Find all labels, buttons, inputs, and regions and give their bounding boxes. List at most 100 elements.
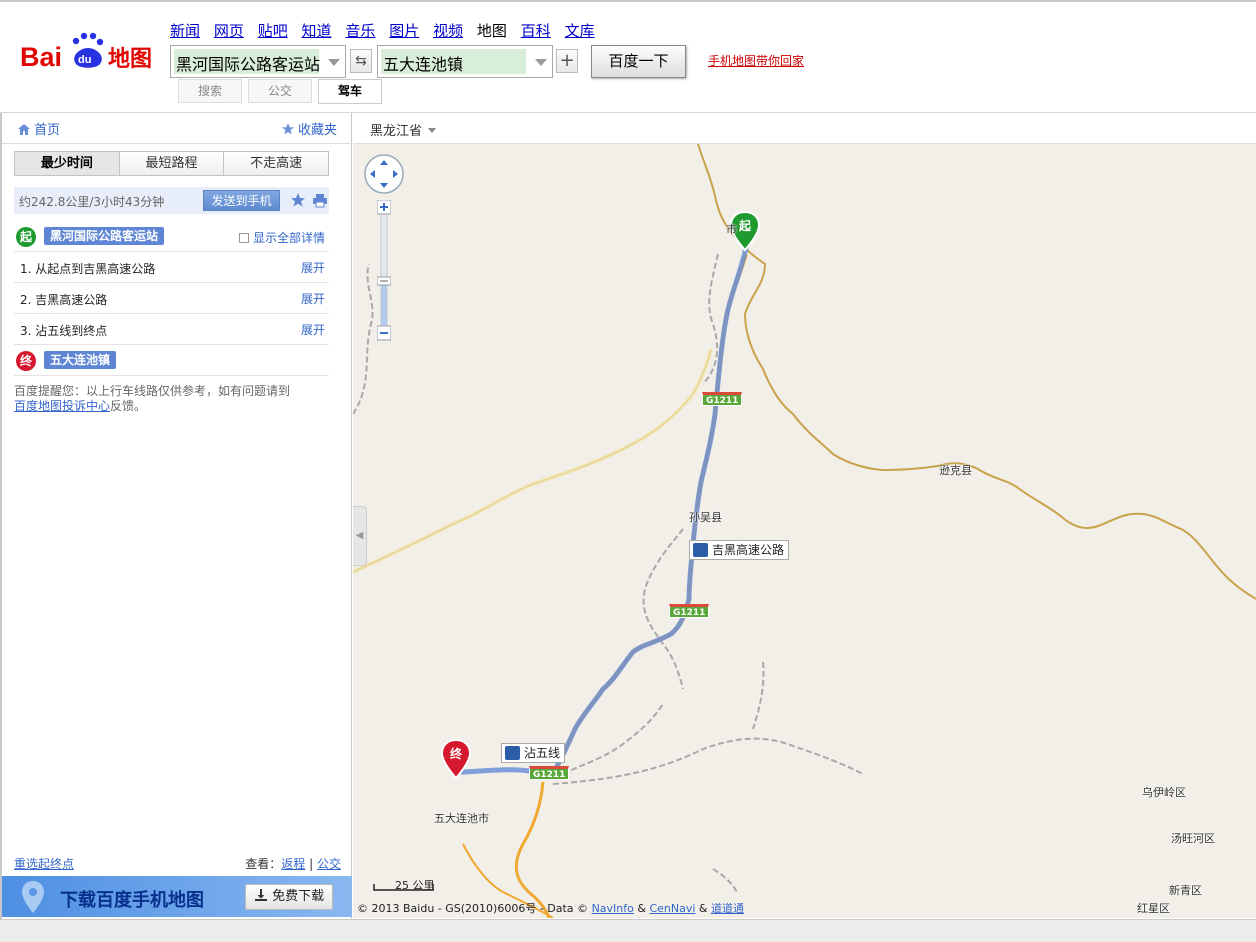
- send-to-phone-button[interactable]: 发送到手机: [203, 190, 280, 211]
- copyright-amp: &: [698, 902, 708, 915]
- mobile-map-link[interactable]: 手机地图带你回家: [708, 52, 804, 69]
- start-badge-icon: 起: [16, 227, 36, 247]
- expand-link[interactable]: 展开: [301, 290, 325, 307]
- copyright-text: © 2013 Baidu - GS(2010)6006号 - Data ©: [357, 902, 589, 915]
- route-step-text: 3. 沾五线到终点: [20, 324, 108, 338]
- map-label-xinqing: 新青区: [1169, 884, 1202, 897]
- map-label-sunwu: 孙吴县: [689, 511, 722, 524]
- nav-web[interactable]: 网页: [214, 20, 244, 41]
- turn-icon: [693, 543, 708, 557]
- download-app-banner[interactable]: 下载百度手机地图 免费下载: [2, 876, 352, 917]
- highway-shield-g1211: G1211: [529, 766, 570, 780]
- favorites-link[interactable]: 收藏夹: [281, 119, 337, 138]
- header: Bai du 地图 新闻 网页 贴吧 知道 音乐 图片 视频 地图 百科 文库 …: [0, 0, 1256, 113]
- save-star-icon[interactable]: [290, 192, 306, 208]
- return-trip-link[interactable]: 返程: [281, 857, 305, 871]
- checkbox-icon: [238, 233, 249, 243]
- map-toolbar: 黑龙江省: [353, 113, 1256, 144]
- baidu-map-logo[interactable]: Bai du 地图: [20, 30, 160, 76]
- expand-link[interactable]: 展开: [301, 259, 325, 276]
- zoom-slider[interactable]: [377, 200, 391, 344]
- map-label-hongxing: 红星区: [1137, 902, 1170, 915]
- map-label-wuyiling: 乌伊岭区: [1142, 786, 1186, 799]
- view-options: 查看：返程 | 公交: [245, 855, 341, 872]
- navinfo-link[interactable]: NavInfo: [592, 902, 634, 915]
- end-marker-label: 终: [450, 746, 463, 761]
- tab-avoid-highway[interactable]: 不走高速: [224, 152, 328, 175]
- end-dropdown-arrow-icon[interactable]: [535, 59, 547, 66]
- mode-tab-drive[interactable]: 驾车: [318, 79, 382, 104]
- highway-shield-g1211: G1211: [669, 604, 710, 618]
- scale-label: 25 公里: [395, 879, 435, 892]
- svg-text:地图: 地图: [108, 47, 152, 72]
- view-separator: |: [309, 857, 314, 871]
- download-icon: [254, 889, 267, 901]
- show-all-details-checkbox[interactable]: 显示全部详情: [238, 229, 325, 246]
- end-input-value: 五大连池镇: [383, 55, 464, 74]
- daodaotong-link[interactable]: 道道通: [711, 902, 744, 915]
- map-label-wudalianchi: 五大连池市: [434, 812, 489, 825]
- start-dropdown-arrow-icon[interactable]: [328, 59, 340, 66]
- callout-zhanwu[interactable]: 沾五线: [501, 743, 566, 763]
- map-copyright: © 2013 Baidu - GS(2010)6006号 - Data © Na…: [357, 900, 744, 916]
- start-point-input[interactable]: 黑河国际公路客运站: [170, 45, 346, 78]
- nav-wenku[interactable]: 文库: [565, 20, 595, 41]
- route-start-row: 起 黑河国际公路客运站 显示全部详情: [14, 221, 329, 252]
- nav-music[interactable]: 音乐: [345, 20, 375, 41]
- reselect-points-link[interactable]: 重选起终点: [14, 855, 74, 872]
- map-canvas[interactable]: 起 市 终 G1211 G1211 G1211 吉黑高速公路 沾五线 逊克县 孙…: [353, 144, 1256, 918]
- end-badge-icon: 终: [16, 351, 36, 371]
- map-label-xunke: 逊克县: [939, 464, 972, 477]
- mode-tab-search[interactable]: 搜索: [178, 79, 242, 103]
- nav-map: 地图: [476, 22, 507, 40]
- nav-tieba[interactable]: 贴吧: [258, 20, 288, 41]
- nav-baike[interactable]: 百科: [521, 20, 551, 41]
- svg-text:du: du: [78, 54, 91, 66]
- nav-video[interactable]: 视频: [433, 20, 463, 41]
- collapse-panel-handle[interactable]: ◀: [353, 506, 367, 566]
- route-end-row: 终 五大连池镇: [14, 345, 329, 376]
- complaint-center-link[interactable]: 百度地图投诉中心: [14, 399, 110, 413]
- end-marker-icon[interactable]: 终: [439, 738, 473, 780]
- show-all-details-label: 显示全部详情: [252, 231, 325, 245]
- callout-zhanwu-label: 沾五线: [524, 746, 561, 760]
- route-step[interactable]: 2. 吉黑高速公路 展开: [14, 283, 329, 314]
- route-step-text: 2. 吉黑高速公路: [20, 293, 108, 307]
- bus-link[interactable]: 公交: [317, 857, 341, 871]
- free-download-button[interactable]: 免费下载: [245, 884, 333, 910]
- nav-images[interactable]: 图片: [389, 20, 419, 41]
- home-link[interactable]: 首页: [18, 119, 60, 138]
- view-label: 查看：: [245, 857, 282, 871]
- search-button[interactable]: 百度一下: [591, 45, 686, 78]
- swap-button[interactable]: ⇆: [350, 49, 372, 73]
- tab-least-time[interactable]: 最少时间: [15, 152, 120, 175]
- turn-icon: [505, 746, 520, 760]
- tab-shortest-distance[interactable]: 最短路程: [120, 152, 225, 175]
- add-waypoint-button[interactable]: +: [556, 49, 578, 73]
- route-notice: 百度提醒您：以上行车线路仅供参考，如有问题请到 百度地图投诉中心反馈。: [14, 384, 329, 414]
- end-point-input[interactable]: 五大连池镇: [377, 45, 553, 78]
- map-label-heihe: 市: [726, 223, 737, 236]
- route-step[interactable]: 1. 从起点到吉黑高速公路 展开: [14, 252, 329, 283]
- favorites-label: 收藏夹: [297, 123, 337, 138]
- home-label: 首页: [34, 123, 61, 138]
- cennavi-link[interactable]: CenNavi: [649, 902, 695, 915]
- province-dropdown-icon: [428, 128, 437, 133]
- svg-text:Bai: Bai: [20, 42, 62, 72]
- route-step[interactable]: 3. 沾五线到终点 展开: [14, 314, 329, 345]
- callout-jihei-highway[interactable]: 吉黑高速公路: [689, 540, 790, 560]
- nav-zhidao[interactable]: 知道: [302, 20, 332, 41]
- start-marker-label: 起: [738, 218, 752, 233]
- province-selector[interactable]: 黑龙江省: [370, 120, 437, 139]
- notice-suffix: 反馈。: [110, 399, 147, 413]
- route-summary: 约242.8公里/3小时43分钟: [19, 195, 165, 209]
- nav-news[interactable]: 新闻: [170, 20, 200, 41]
- pan-control[interactable]: [364, 154, 404, 194]
- expand-link[interactable]: 展开: [301, 321, 325, 338]
- favorites-star-icon: [281, 123, 294, 135]
- download-app-text: 下载百度手机地图: [60, 890, 204, 911]
- start-place-name[interactable]: 黑河国际公路客运站: [44, 227, 165, 245]
- end-place-name[interactable]: 五大连池镇: [44, 351, 117, 369]
- print-icon[interactable]: [312, 192, 328, 208]
- mode-tab-bus[interactable]: 公交: [248, 79, 312, 103]
